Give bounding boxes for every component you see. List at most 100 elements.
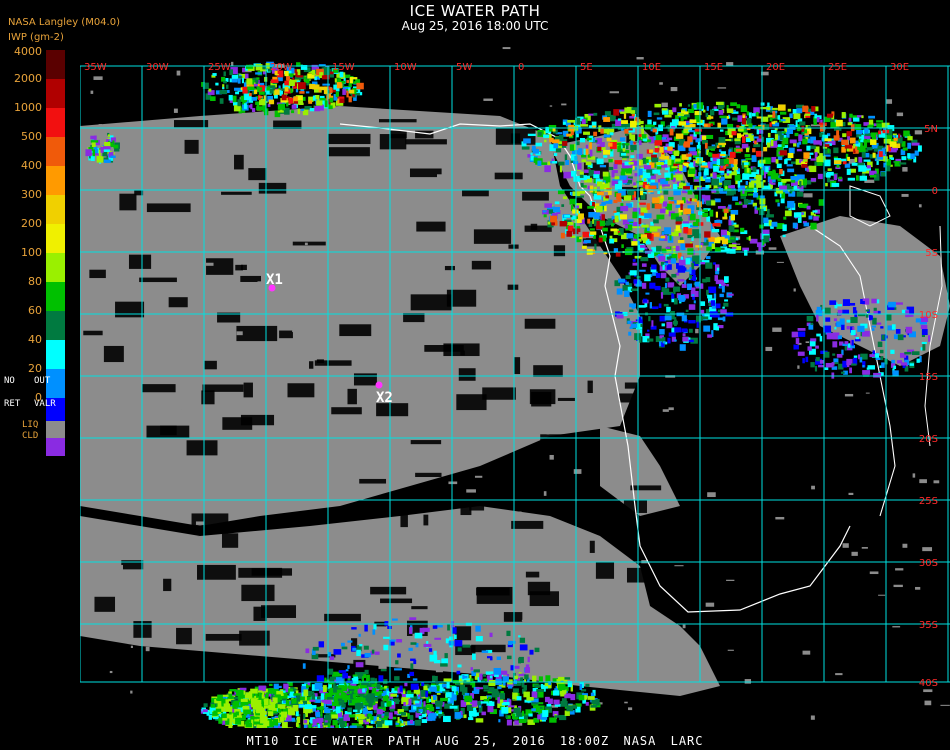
clear-sky-patch bbox=[328, 133, 371, 145]
ice-water-pixel bbox=[283, 683, 289, 689]
ice-water-pixel bbox=[590, 692, 595, 697]
cloud-speck bbox=[228, 517, 239, 519]
clear-sky-patch bbox=[462, 190, 489, 197]
ice-water-pixel bbox=[715, 101, 724, 106]
ice-water-pixel bbox=[372, 629, 376, 635]
cloud-speck bbox=[909, 317, 916, 320]
ice-water-pixel bbox=[656, 162, 664, 166]
ice-water-pixel bbox=[281, 693, 284, 696]
ice-water-pixel bbox=[648, 316, 651, 322]
ice-water-pixel bbox=[723, 302, 729, 307]
ice-water-pixel bbox=[702, 209, 709, 213]
ice-water-pixel bbox=[487, 705, 494, 713]
ice-water-pixel bbox=[622, 285, 628, 291]
ice-water-pixel bbox=[224, 706, 233, 712]
ice-water-pixel bbox=[302, 663, 306, 669]
ice-water-pixel bbox=[335, 91, 339, 98]
ice-water-pixel bbox=[622, 143, 625, 149]
ice-water-pixel bbox=[363, 645, 369, 650]
ice-water-pixel bbox=[553, 206, 560, 213]
ice-water-pixel bbox=[867, 124, 873, 128]
cloud-speck bbox=[122, 280, 132, 282]
cloud-speck bbox=[546, 431, 550, 435]
ice-water-pixel bbox=[866, 165, 871, 169]
ice-water-pixel bbox=[493, 667, 502, 675]
ice-water-pixel bbox=[621, 244, 624, 249]
ice-water-pixel bbox=[744, 249, 748, 256]
ice-water-pixel bbox=[687, 136, 693, 143]
ice-water-pixel bbox=[403, 702, 406, 707]
cloud-speck bbox=[502, 47, 511, 50]
ice-water-pixel bbox=[96, 156, 104, 163]
ice-water-pixel bbox=[705, 184, 710, 189]
ice-water-pixel bbox=[475, 687, 483, 690]
ice-water-pixel bbox=[876, 120, 884, 123]
ice-water-pixel bbox=[673, 289, 676, 295]
ice-water-pixel bbox=[364, 652, 371, 658]
ice-water-pixel bbox=[245, 722, 252, 728]
ice-water-pixel bbox=[687, 108, 694, 114]
clear-sky-patch bbox=[424, 345, 464, 352]
ice-water-pixel bbox=[802, 178, 808, 186]
ice-water-pixel bbox=[405, 694, 414, 698]
ice-water-pixel bbox=[674, 327, 682, 333]
ice-water-pixel bbox=[652, 197, 660, 204]
ice-water-pixel bbox=[742, 204, 748, 208]
ice-water-pixel bbox=[881, 334, 885, 340]
ice-water-pixel bbox=[682, 336, 689, 342]
cloud-speck bbox=[668, 500, 675, 504]
cloud-speck bbox=[901, 193, 909, 197]
ice-water-pixel bbox=[309, 699, 316, 702]
ice-water-pixel bbox=[717, 170, 725, 173]
ice-water-pixel bbox=[868, 115, 876, 119]
ice-water-pixel bbox=[718, 182, 723, 185]
ice-water-pixel bbox=[723, 158, 729, 165]
ice-water-pixel bbox=[319, 86, 328, 91]
ice-water-pixel bbox=[846, 319, 851, 323]
ice-water-pixel bbox=[472, 653, 476, 660]
clear-sky-patch bbox=[251, 568, 293, 576]
ice-water-pixel bbox=[759, 224, 764, 229]
ice-water-pixel bbox=[414, 700, 420, 704]
ice-water-pixel bbox=[875, 357, 881, 361]
ice-water-pixel bbox=[658, 303, 662, 308]
cloud-speck bbox=[902, 167, 908, 172]
ice-water-pixel bbox=[693, 160, 696, 167]
ice-water-pixel bbox=[267, 711, 274, 717]
cloud-speck bbox=[902, 543, 908, 548]
latitude-label: 10S bbox=[919, 310, 938, 321]
ice-water-pixel bbox=[323, 68, 331, 75]
latitude-label: 5S bbox=[925, 248, 938, 259]
cloud-speck bbox=[865, 392, 870, 394]
ice-water-pixel bbox=[508, 640, 513, 646]
ice-water-pixel bbox=[788, 193, 795, 197]
ice-water-pixel bbox=[867, 365, 876, 370]
ice-water-pixel bbox=[544, 686, 548, 689]
ice-water-pixel bbox=[632, 259, 636, 262]
cloud-speck bbox=[919, 479, 927, 484]
cloud-speck bbox=[636, 57, 644, 60]
ice-water-pixel bbox=[748, 112, 752, 119]
ice-water-pixel bbox=[421, 719, 428, 723]
ice-water-pixel bbox=[742, 188, 745, 194]
ice-water-pixel bbox=[580, 183, 584, 188]
ice-water-pixel bbox=[825, 362, 834, 368]
ice-water-pixel bbox=[897, 334, 904, 341]
ice-water-pixel bbox=[365, 694, 369, 701]
ice-water-pixel bbox=[318, 89, 322, 93]
ice-water-pixel bbox=[91, 142, 96, 148]
ice-water-pixel bbox=[756, 116, 762, 119]
ice-water-pixel bbox=[451, 627, 457, 634]
ice-water-pixel bbox=[841, 139, 849, 146]
ice-water-pixel bbox=[589, 149, 593, 157]
ice-water-pixel bbox=[824, 307, 831, 315]
ice-water-pixel bbox=[415, 719, 421, 726]
ice-water-pixel bbox=[860, 145, 866, 153]
ice-water-pixel bbox=[93, 135, 97, 140]
ice-water-pixel bbox=[630, 144, 637, 151]
longitude-label: 15E bbox=[704, 62, 723, 73]
ice-water-pixel bbox=[653, 219, 659, 224]
ice-water-pixel bbox=[771, 121, 776, 125]
clear-sky-patch bbox=[287, 383, 315, 398]
ice-water-pixel bbox=[352, 674, 358, 677]
